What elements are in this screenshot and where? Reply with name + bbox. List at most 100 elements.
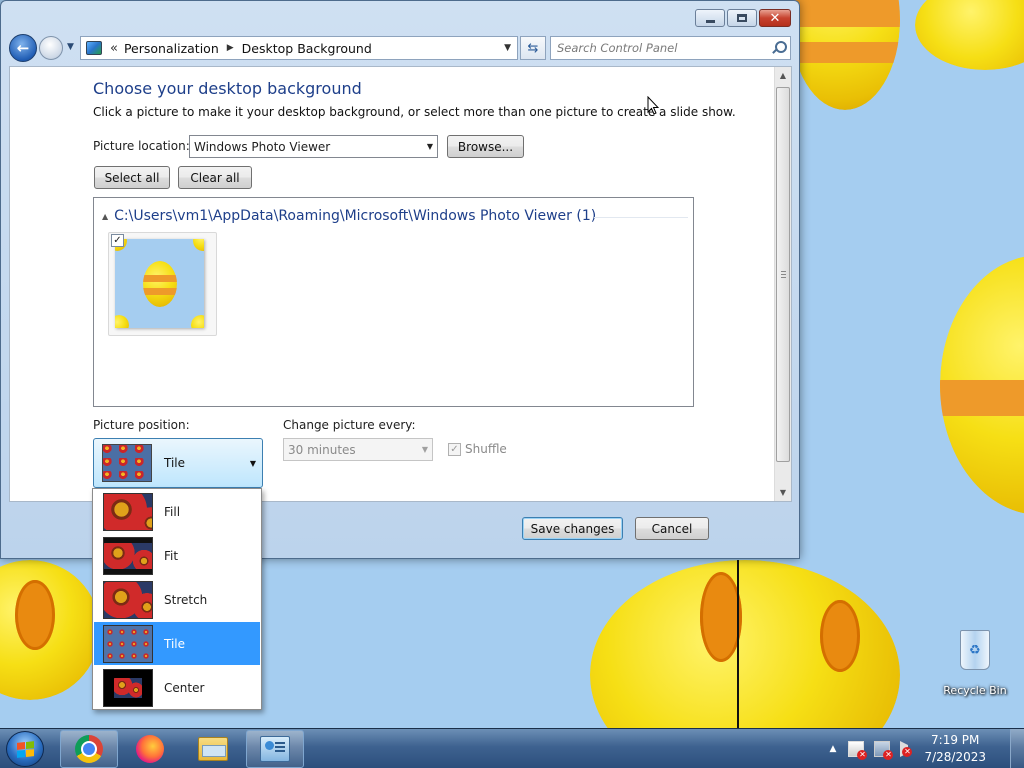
position-option-fill[interactable]: Fill	[94, 490, 260, 533]
control-panel-icon	[86, 41, 102, 55]
breadcrumb-personalization[interactable]: Personalization	[124, 41, 219, 56]
group-divider	[594, 217, 688, 218]
collapse-triangle-icon[interactable]: ▲	[102, 212, 108, 221]
picture-position-dropdown: Fill Fit Stretch Tile Center	[92, 488, 262, 710]
change-picture-label: Change picture every:	[283, 418, 416, 432]
scroll-down-icon[interactable]: ▼	[775, 484, 791, 501]
position-option-fit[interactable]: Fit	[94, 534, 260, 577]
refresh-button[interactable]: ⇆	[520, 36, 546, 60]
position-option-label: Fit	[164, 548, 179, 563]
firefox-icon	[136, 735, 164, 763]
search-icon[interactable]	[770, 40, 787, 56]
picture-location-value: Windows Photo Viewer	[194, 139, 331, 154]
scroll-up-icon[interactable]: ▲	[775, 67, 791, 84]
taskbar-chrome-button[interactable]	[60, 730, 118, 768]
fit-preview-icon	[103, 536, 153, 575]
recycle-bin-icon	[960, 630, 990, 670]
taskbar-firefox-button[interactable]	[121, 730, 179, 768]
maximize-button[interactable]	[727, 9, 757, 27]
cancel-button[interactable]: Cancel	[635, 517, 709, 540]
address-bar[interactable]: « Personalization ▶ Desktop Background ▼	[80, 36, 518, 60]
change-picture-interval-value: 30 minutes	[288, 442, 356, 457]
shuffle-label: Shuffle	[465, 442, 507, 456]
picture-location-label: Picture location:	[93, 139, 190, 153]
chevron-down-icon: ▼	[421, 445, 428, 454]
change-picture-interval-select[interactable]: 30 minutes ▼	[283, 438, 433, 461]
windows-explorer-icon	[198, 737, 228, 761]
show-hidden-icons-icon[interactable]: ▲	[830, 744, 837, 754]
close-icon: ✕	[769, 10, 781, 26]
clear-all-button[interactable]: Clear all	[178, 166, 252, 189]
tile-preview-icon	[103, 624, 153, 663]
picture-position-select[interactable]: Tile ▼	[93, 438, 263, 488]
fill-preview-icon	[103, 492, 153, 531]
caption-buttons: ✕	[695, 9, 791, 27]
chevron-down-icon: ▼	[249, 458, 256, 468]
picture-position-value: Tile	[164, 456, 186, 470]
taskbar-control-panel-button[interactable]	[246, 730, 304, 768]
position-option-label: Stretch	[164, 592, 208, 607]
taskbar: ▲ 7:19 PM 7/28/2023	[0, 728, 1024, 768]
system-tray: ▲ 7:19 PM 7/28/2023	[830, 729, 1024, 768]
content-area: Choose your desktop background Click a p…	[9, 66, 792, 502]
taskbar-explorer-button[interactable]	[184, 730, 242, 768]
back-button[interactable]: ←	[9, 34, 37, 62]
select-all-button[interactable]: Select all	[94, 166, 170, 189]
center-preview-icon	[103, 668, 153, 707]
windows-logo-icon	[16, 740, 34, 758]
duck-wallpaper-thumbnail	[115, 239, 204, 328]
minimize-icon	[705, 19, 715, 23]
picture-group-header[interactable]: ▲ C:\Users\vm1\AppData\Roaming\Microsoft…	[102, 208, 596, 224]
page-title: Choose your desktop background	[93, 79, 362, 98]
search-box[interactable]	[550, 36, 791, 60]
picture-thumbnail[interactable]: ✓	[108, 232, 217, 336]
control-panel-icon	[260, 736, 290, 762]
wallpaper-duck	[0, 560, 100, 700]
control-panel-window: ✕ ← ▼ « Personalization ▶ Desktop Backgr…	[0, 0, 800, 559]
browse-button[interactable]: Browse...	[447, 135, 524, 158]
picture-checkbox[interactable]: ✓	[111, 234, 124, 247]
action-center-icon[interactable]	[848, 741, 868, 760]
wallpaper-duck	[915, 0, 1024, 70]
clock-date: 7/28/2023	[924, 750, 986, 764]
address-overflow-icon[interactable]: «	[110, 41, 118, 56]
wallpaper-duck	[940, 255, 1024, 515]
position-option-center[interactable]: Center	[94, 666, 260, 709]
recycle-bin-shortcut[interactable]: Recycle Bin	[940, 630, 1010, 697]
position-option-label: Fill	[164, 504, 181, 519]
vertical-scrollbar[interactable]: ▲ ▼	[774, 67, 791, 501]
position-option-tile[interactable]: Tile	[94, 622, 260, 665]
back-arrow-icon: ←	[16, 39, 30, 57]
start-button[interactable]	[6, 731, 44, 767]
shuffle-check-icon: ✓	[448, 442, 461, 456]
minimize-button[interactable]	[695, 9, 725, 27]
picture-location-select[interactable]: Windows Photo Viewer ▼	[189, 135, 438, 158]
recent-pages-dropdown[interactable]: ▼	[67, 42, 74, 52]
volume-muted-icon[interactable]	[900, 741, 913, 757]
navigation-bar: ← ▼ « Personalization ▶ Desktop Backgrou…	[9, 34, 791, 62]
position-option-stretch[interactable]: Stretch	[94, 578, 260, 621]
close-button[interactable]: ✕	[759, 9, 791, 27]
forward-button[interactable]	[39, 36, 63, 60]
breadcrumb-separator-icon[interactable]: ▶	[227, 43, 234, 53]
page-description: Click a picture to make it your desktop …	[93, 105, 736, 119]
shuffle-checkbox[interactable]: ✓ Shuffle	[448, 442, 507, 456]
position-option-label: Tile	[164, 636, 186, 651]
position-option-label: Center	[164, 680, 205, 695]
chrome-icon	[75, 735, 103, 763]
network-icon[interactable]	[874, 741, 894, 760]
tile-preview-icon	[102, 444, 152, 482]
picture-position-label: Picture position:	[93, 418, 190, 432]
scroll-thumb[interactable]	[776, 87, 790, 462]
clock-time: 7:19 PM	[931, 733, 980, 747]
picture-group-path: C:\Users\vm1\AppData\Roaming\Microsoft\W…	[114, 208, 597, 224]
clock[interactable]: 7:19 PM 7/28/2023	[924, 732, 986, 766]
refresh-icon: ⇆	[527, 40, 539, 56]
wallpaper-duck	[790, 0, 900, 110]
show-desktop-button[interactable]	[1010, 729, 1024, 768]
address-dropdown-icon[interactable]: ▼	[504, 43, 511, 53]
breadcrumb-desktop-background[interactable]: Desktop Background	[242, 41, 372, 56]
save-changes-button[interactable]: Save changes	[522, 517, 623, 540]
stretch-preview-icon	[103, 580, 153, 619]
search-input[interactable]	[557, 41, 770, 55]
